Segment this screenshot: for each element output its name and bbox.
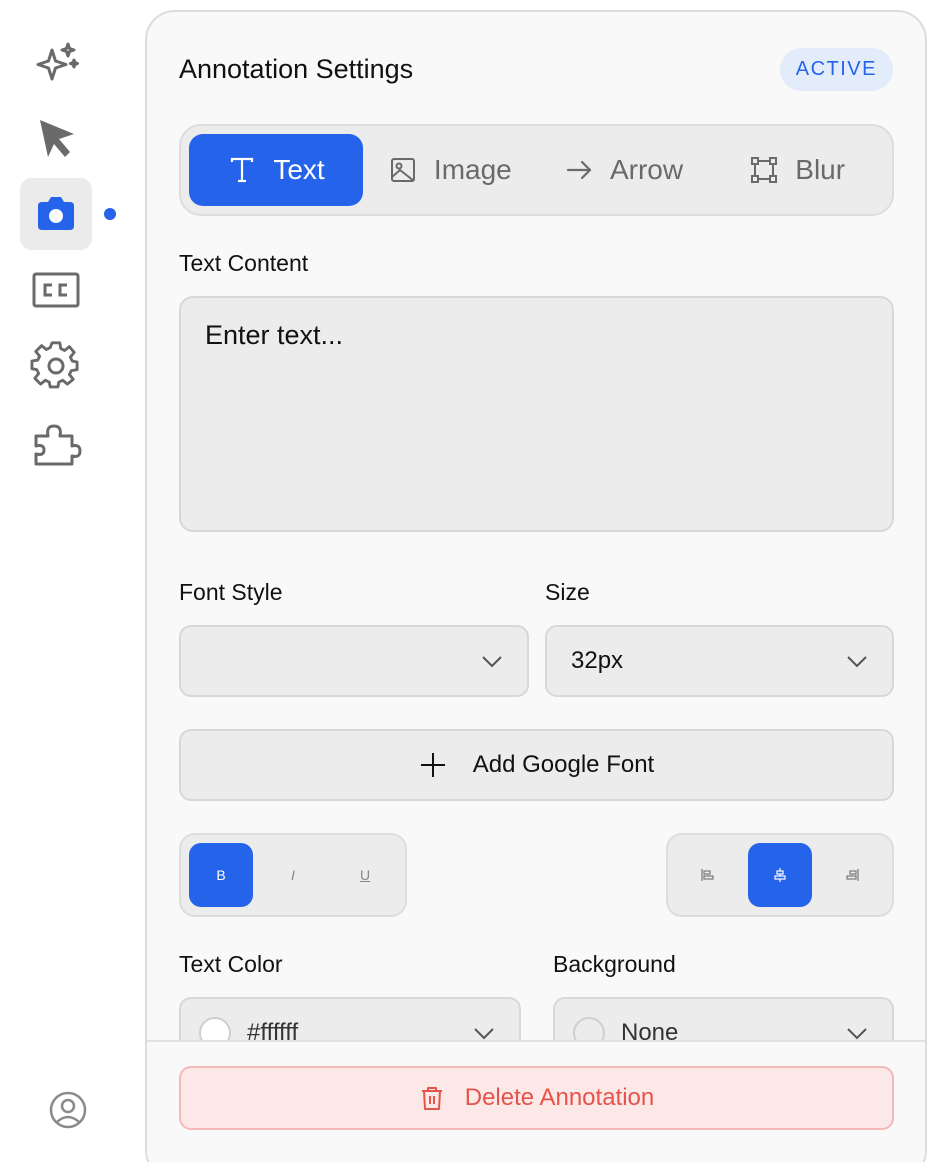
tab-text[interactable]: Text <box>189 134 363 206</box>
background-label: Background <box>553 951 676 977</box>
tab-arrow[interactable]: Arrow <box>537 134 711 206</box>
chevron-down-icon <box>482 656 502 668</box>
annotation-settings-panel: Annotation Settings ACTIVE Text Image Ar… <box>145 10 927 1162</box>
font-style-label: Font Style <box>179 579 283 605</box>
user-profile-button[interactable] <box>48 1090 88 1130</box>
align-center-icon <box>774 868 786 882</box>
arrow-right-icon <box>566 160 592 180</box>
sidebar-item-extensions[interactable] <box>20 406 92 478</box>
font-style-select[interactable] <box>179 625 529 697</box>
user-circle-icon <box>49 1091 87 1129</box>
text-content-label: Text Content <box>179 250 309 276</box>
size-select[interactable]: 32px <box>545 625 894 697</box>
sidebar-item-screenshot[interactable] <box>20 178 92 250</box>
active-indicator-dot <box>104 208 116 220</box>
align-center-button[interactable] <box>748 843 812 907</box>
sidebar <box>0 0 120 1162</box>
tab-label: Text <box>273 154 325 185</box>
sidebar-item-captions[interactable] <box>20 254 92 326</box>
trash-icon <box>421 1087 442 1110</box>
text-align-group <box>666 833 894 917</box>
cursor-icon <box>40 120 74 157</box>
annotation-type-tabs: Text Image Arrow Blur <box>179 124 894 216</box>
chevron-down-icon <box>847 656 867 668</box>
status-badge: ACTIVE <box>779 47 893 91</box>
text-content-input[interactable] <box>179 296 894 532</box>
image-icon <box>390 158 415 182</box>
size-label: Size <box>545 579 590 605</box>
align-left-icon <box>701 869 714 881</box>
text-color-label: Text Color <box>179 951 283 977</box>
add-google-font-label: Add Google Font <box>472 751 655 778</box>
sparkles-icon <box>36 42 79 81</box>
puzzle-icon <box>34 424 82 466</box>
add-google-font-button[interactable]: Add Google Font <box>179 729 894 801</box>
gear-icon <box>30 341 79 389</box>
panel-title: Annotation Settings <box>179 53 414 84</box>
tab-label: Blur <box>795 154 846 185</box>
underline-button[interactable]: U <box>333 843 397 907</box>
align-right-icon <box>846 869 859 881</box>
text-format-group: B I U <box>179 833 407 917</box>
panel-footer: Delete Annotation <box>147 1040 925 1162</box>
align-left-button[interactable] <box>676 843 740 907</box>
plus-icon <box>420 753 445 777</box>
delete-annotation-button[interactable]: Delete Annotation <box>179 1066 894 1130</box>
tab-label: Arrow <box>609 154 684 185</box>
tab-blur[interactable]: Blur <box>710 134 884 206</box>
text-icon <box>231 157 254 183</box>
camera-icon <box>38 197 74 230</box>
bold-button[interactable]: B <box>189 843 253 907</box>
blur-icon <box>751 157 778 183</box>
tab-label: Image <box>433 154 512 185</box>
tab-image[interactable]: Image <box>363 134 537 206</box>
sidebar-item-ai[interactable] <box>20 26 92 98</box>
align-right-button[interactable] <box>820 843 884 907</box>
panel-header: Annotation Settings ACTIVE <box>179 46 893 92</box>
sidebar-item-select[interactable] <box>20 102 92 174</box>
italic-button[interactable]: I <box>261 843 325 907</box>
sidebar-item-settings[interactable] <box>20 330 92 402</box>
size-value: 32px <box>571 647 624 674</box>
closed-captions-icon <box>32 272 80 308</box>
delete-annotation-label: Delete Annotation <box>464 1084 655 1111</box>
